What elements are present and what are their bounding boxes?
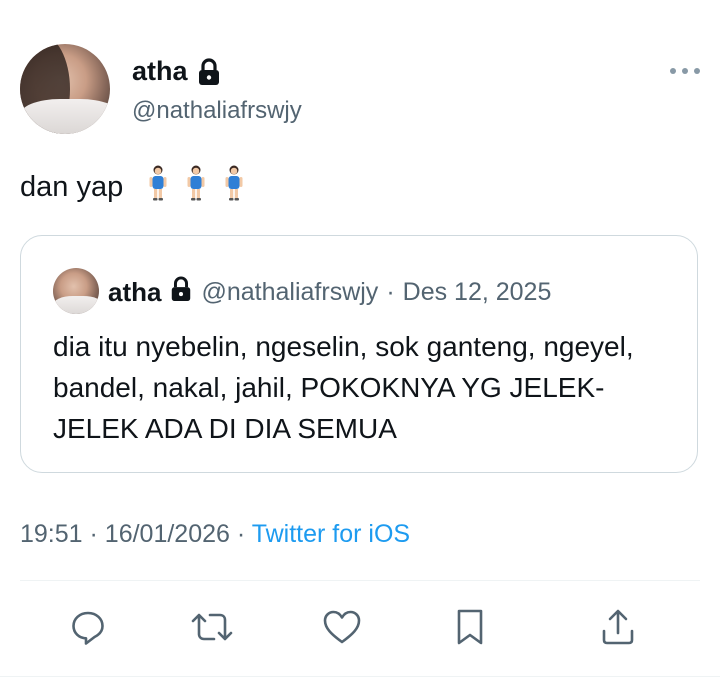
lock-icon <box>196 57 222 86</box>
tweet-date: 16/01/2026 <box>104 520 230 548</box>
author-display-name[interactable]: atha <box>132 56 188 87</box>
quoted-tweet-text: dia itu nyebelin, ngeselin, sok ganteng,… <box>53 331 634 444</box>
source-link[interactable]: Twitter for iOS <box>252 520 410 548</box>
lock-icon <box>169 276 193 309</box>
action-bar <box>0 605 720 655</box>
tweet-body: dan yap <box>20 165 245 209</box>
emoji-row <box>147 165 245 209</box>
author-name-row: atha <box>132 56 222 87</box>
separator: · <box>386 278 395 306</box>
retweet-icon[interactable] <box>190 605 234 649</box>
separator: · <box>89 520 98 548</box>
more-options-icon[interactable] <box>670 66 700 76</box>
quoted-handle: @nathaliafrswjy <box>201 278 379 306</box>
tweet-detail: atha @nathaliafrswjy dan yap atha @natha… <box>0 0 720 680</box>
author-handle[interactable]: @nathaliafrswjy <box>132 97 302 125</box>
person-standing-emoji <box>185 165 207 209</box>
share-icon[interactable] <box>596 605 640 649</box>
quoted-avatar[interactable] <box>53 268 99 314</box>
quoted-tweet[interactable]: atha @nathaliafrswjy · Des 12, 2025 dia … <box>20 235 698 473</box>
tweet-header: atha @nathaliafrswjy <box>20 44 700 134</box>
tweet-text: dan yap <box>20 170 124 203</box>
tweet-time: 19:51 <box>20 520 83 548</box>
quoted-tweet-meta: atha @nathaliafrswjy · Des 12, 2025 <box>108 276 551 309</box>
person-standing-emoji <box>223 165 245 209</box>
like-icon[interactable] <box>320 605 364 649</box>
quoted-display-name: atha <box>108 277 162 307</box>
separator: · <box>236 520 246 548</box>
quoted-date: Des 12, 2025 <box>402 278 552 306</box>
tweet-meta: 19:51 · 16/01/2026 · Twitter for iOS <box>20 520 410 549</box>
avatar[interactable] <box>20 44 110 134</box>
divider <box>0 676 720 677</box>
divider <box>20 580 700 581</box>
person-standing-emoji <box>147 165 169 209</box>
bookmark-icon[interactable] <box>448 605 492 649</box>
reply-icon[interactable] <box>66 605 110 649</box>
